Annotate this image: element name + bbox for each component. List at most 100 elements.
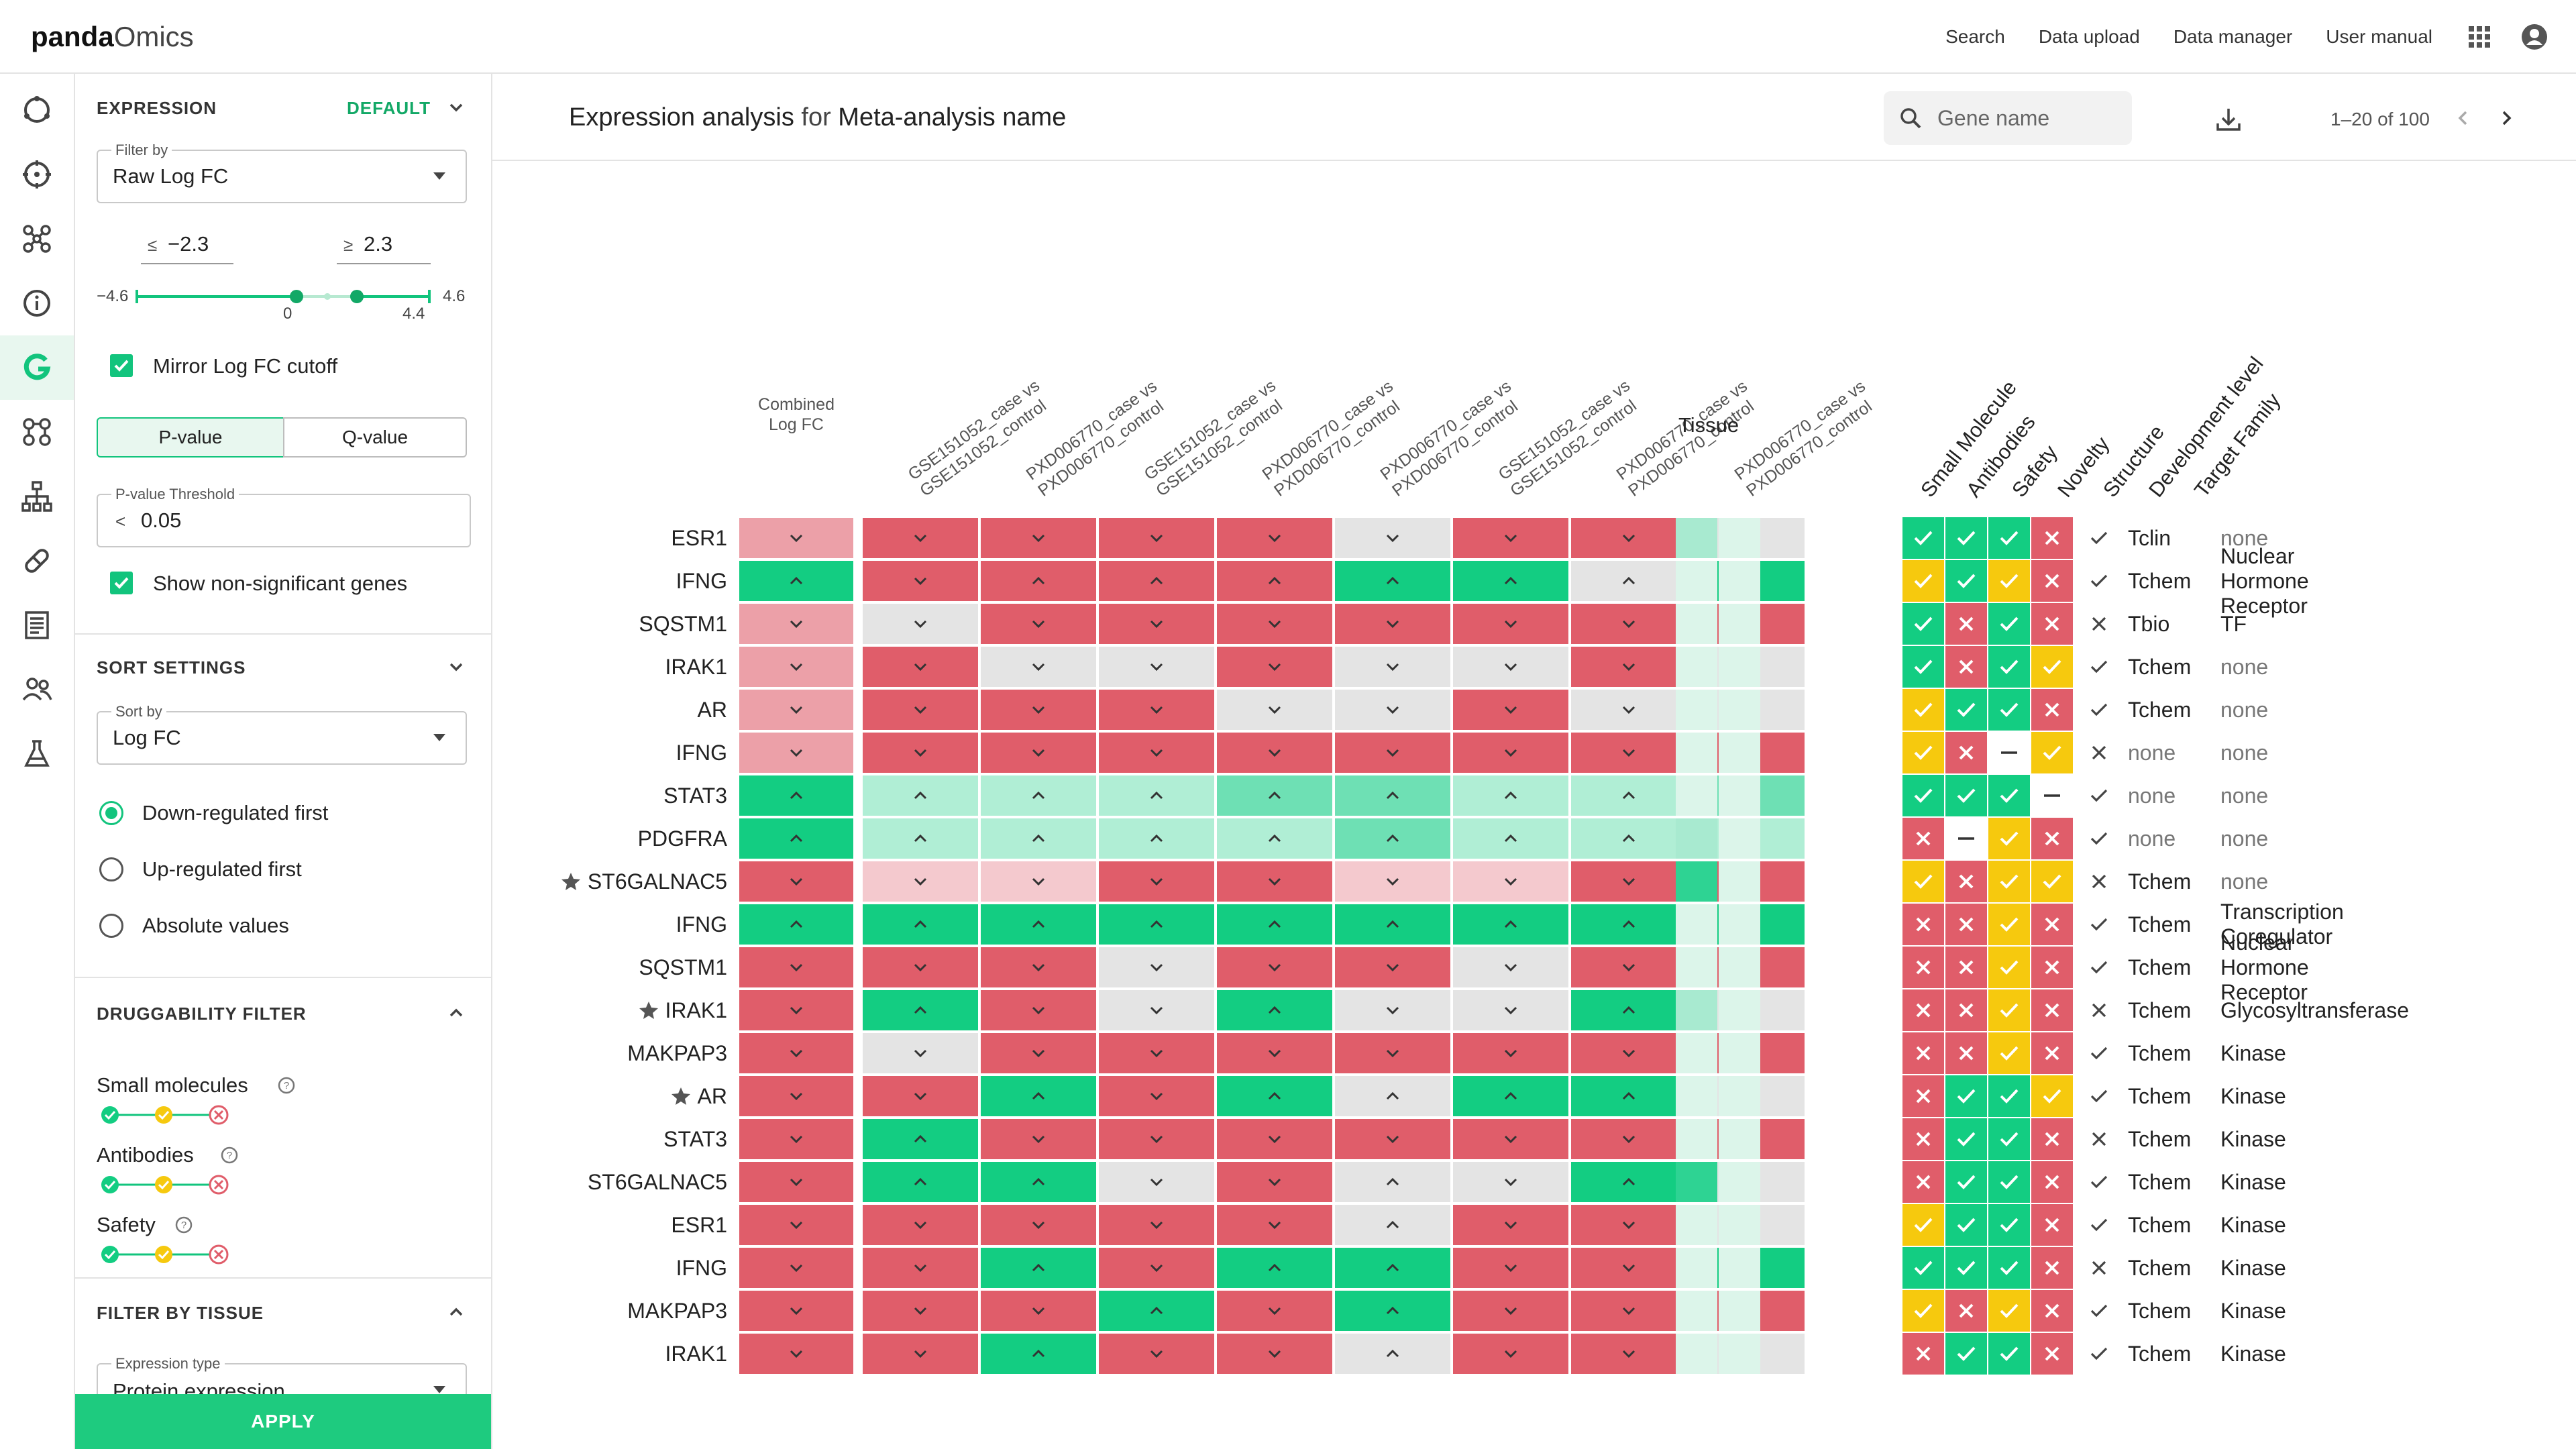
- combined-logfc-cell[interactable]: [739, 604, 853, 644]
- logfc-cell[interactable]: [1571, 647, 1686, 687]
- logfc-cell[interactable]: [863, 561, 978, 601]
- druggability-cell[interactable]: [1988, 989, 2030, 1031]
- tissue-cell[interactable]: [1719, 1162, 1760, 1202]
- logfc-cell[interactable]: [1571, 1119, 1686, 1159]
- rail-flask-icon[interactable]: [0, 722, 74, 786]
- combined-logfc-cell[interactable]: [739, 1119, 853, 1159]
- druggability-cell[interactable]: [1988, 861, 2030, 902]
- rail-molecule-icon[interactable]: [0, 400, 74, 464]
- tissue-cell[interactable]: [1719, 1291, 1760, 1331]
- logfc-cell[interactable]: [1099, 604, 1214, 644]
- logfc-cell[interactable]: [1453, 1205, 1568, 1245]
- logfc-cell[interactable]: [863, 647, 978, 687]
- druggability-cell[interactable]: [1902, 560, 1944, 602]
- logfc-cell[interactable]: [1335, 561, 1450, 601]
- logfc-cell[interactable]: [1571, 1334, 1686, 1374]
- druggability-cell[interactable]: [1902, 947, 1944, 988]
- druggability-cell[interactable]: [1902, 1333, 1944, 1375]
- logfc-cell[interactable]: [1099, 1033, 1214, 1073]
- nav-user-manual-link[interactable]: User manual: [2326, 26, 2432, 48]
- druggability-cell[interactable]: [1988, 775, 2030, 816]
- logfc-cell[interactable]: [863, 861, 978, 902]
- tissue-cell[interactable]: [1676, 1076, 1717, 1116]
- druggability-cell[interactable]: [1945, 989, 1987, 1031]
- logfc-cell[interactable]: [1571, 861, 1686, 902]
- druggability-cell[interactable]: [1945, 1075, 1987, 1117]
- logfc-cell[interactable]: [1453, 818, 1568, 859]
- logfc-cell[interactable]: [863, 1033, 978, 1073]
- tissue-cell[interactable]: [1676, 904, 1717, 945]
- tissue-cell[interactable]: [1676, 1162, 1717, 1202]
- druggability-cell[interactable]: [1988, 732, 2030, 773]
- logfc-cell[interactable]: [1335, 1248, 1450, 1288]
- tissue-cell[interactable]: [1676, 1119, 1717, 1159]
- druggability-cell[interactable]: [1945, 818, 1987, 859]
- druggability-cell[interactable]: [1945, 1290, 1987, 1332]
- logfc-cell[interactable]: [1571, 604, 1686, 644]
- druggability-cell[interactable]: [2031, 1118, 2073, 1160]
- tissue-cell[interactable]: [1676, 1334, 1717, 1374]
- sort-by-select[interactable]: Sort by Log FC: [97, 703, 467, 765]
- gene-name[interactable]: ESR1: [492, 1205, 727, 1245]
- druggability-cell[interactable]: [1902, 818, 1944, 859]
- druggability-cell[interactable]: [1945, 732, 1987, 773]
- logfc-cell[interactable]: [863, 604, 978, 644]
- logfc-cell[interactable]: [1453, 1248, 1568, 1288]
- download-icon[interactable]: [2215, 106, 2242, 133]
- logfc-cell[interactable]: [1571, 1162, 1686, 1202]
- tissue-cell[interactable]: [1719, 1033, 1760, 1073]
- druggability-cell[interactable]: [2031, 861, 2073, 902]
- logfc-cell[interactable]: [981, 1162, 1096, 1202]
- tissue-column-header[interactable]: Tissue: [1678, 413, 1739, 437]
- logfc-cell[interactable]: [1335, 861, 1450, 902]
- logfc-cell[interactable]: [1099, 518, 1214, 558]
- combined-logfc-cell[interactable]: [739, 990, 853, 1030]
- logfc-cell[interactable]: [1571, 1076, 1686, 1116]
- druggability-cell[interactable]: [1945, 775, 1987, 816]
- logfc-cell[interactable]: [863, 775, 978, 816]
- logfc-cell[interactable]: [1099, 818, 1214, 859]
- logfc-cell[interactable]: [1571, 733, 1686, 773]
- logfc-cell[interactable]: [981, 990, 1096, 1030]
- logfc-cell[interactable]: [1335, 690, 1450, 730]
- logfc-cell[interactable]: [1217, 775, 1332, 816]
- sort-down-first-radio[interactable]: [99, 801, 123, 825]
- logfc-cell[interactable]: [863, 1248, 978, 1288]
- logfc-cell[interactable]: [863, 947, 978, 987]
- logfc-cell[interactable]: [1453, 861, 1568, 902]
- logfc-cell[interactable]: [863, 1076, 978, 1116]
- tissue-cell[interactable]: [1676, 561, 1717, 601]
- druggability-cell[interactable]: [1902, 861, 1944, 902]
- tissue-cell[interactable]: [1676, 1033, 1717, 1073]
- druggability-cell[interactable]: [2031, 732, 2073, 773]
- logfc-cell[interactable]: [1335, 775, 1450, 816]
- logfc-cell[interactable]: [981, 904, 1096, 945]
- logfc-cell[interactable]: [863, 690, 978, 730]
- mirror-cutoff-checkbox[interactable]: [110, 354, 133, 377]
- gene-name[interactable]: STAT3: [492, 1119, 727, 1159]
- druggability-cell[interactable]: [2031, 1032, 2073, 1074]
- tissue-cell[interactable]: [1676, 733, 1717, 773]
- logfc-cell[interactable]: [1099, 1248, 1214, 1288]
- druggability-cell[interactable]: [1945, 689, 1987, 731]
- druggability-cell[interactable]: [1988, 904, 2030, 945]
- tissue-cell[interactable]: [1719, 1205, 1760, 1245]
- tissue-cell[interactable]: [1719, 818, 1760, 859]
- logfc-cell[interactable]: [1099, 861, 1214, 902]
- druggability-cell[interactable]: [1945, 1118, 1987, 1160]
- rail-users-icon[interactable]: [0, 657, 74, 722]
- pvalue-tab[interactable]: P-value: [97, 417, 284, 458]
- logfc-cell[interactable]: [1099, 1119, 1214, 1159]
- logfc-cell[interactable]: [863, 1334, 978, 1374]
- druggability-cell[interactable]: [2031, 1075, 2073, 1117]
- logfc-cell[interactable]: [981, 518, 1096, 558]
- combined-logfc-cell[interactable]: [739, 1076, 853, 1116]
- tissue-cell[interactable]: [1676, 861, 1717, 902]
- druggability-cell[interactable]: [1902, 646, 1944, 688]
- combined-logfc-cell[interactable]: [739, 1205, 853, 1245]
- tissue-cell[interactable]: [1676, 1248, 1717, 1288]
- logfc-cell[interactable]: [1453, 990, 1568, 1030]
- logfc-cell[interactable]: [981, 561, 1096, 601]
- druggability-cell[interactable]: [2031, 603, 2073, 645]
- gene-name[interactable]: IRAK1: [492, 1334, 727, 1374]
